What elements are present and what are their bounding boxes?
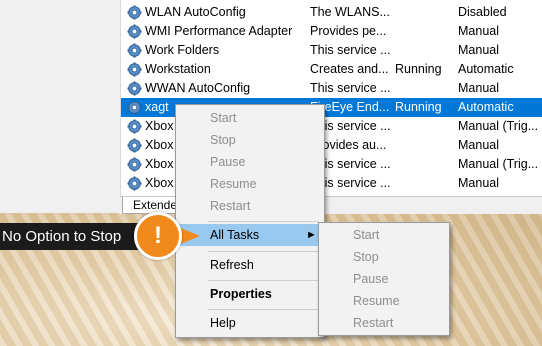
menu-separator <box>208 280 318 281</box>
menu-separator <box>208 221 318 222</box>
service-name: WLAN AutoConfig <box>145 5 246 19</box>
service-startup-type: Manual (Trig... <box>458 119 539 133</box>
service-name: WMI Performance Adapter <box>145 24 293 38</box>
menu-item-resume[interactable]: Resume <box>176 173 324 195</box>
service-row[interactable]: Workstation Creates and... Running Automati… <box>121 60 542 79</box>
service-gear-icon <box>127 119 142 134</box>
menu-separator <box>208 251 318 252</box>
submenu-arrow-icon: ► <box>306 229 317 241</box>
service-startup-type: Manual <box>458 138 499 152</box>
service-gear-icon <box>127 24 142 39</box>
service-description: This service ... <box>310 43 390 57</box>
service-startup-type: Disabled <box>458 5 507 19</box>
service-description: This service ... <box>310 81 390 95</box>
service-status: Running <box>395 100 442 114</box>
service-row[interactable]: WLAN AutoConfig The WLANS... Disabled <box>121 3 542 22</box>
left-pane <box>0 0 120 213</box>
service-row[interactable]: Work Folders This service ... Manual <box>121 41 542 60</box>
service-description: Creates and... <box>310 62 389 76</box>
menu-item-refresh[interactable]: Refresh <box>176 254 324 276</box>
all-tasks-label: All Tasks <box>210 228 260 242</box>
service-gear-icon <box>127 43 142 58</box>
service-startup-type: Manual <box>458 176 499 190</box>
service-startup-type: Manual <box>458 81 499 95</box>
callout-label: No Option to Stop <box>0 223 144 250</box>
context-menu: Start Stop Pause Resume Restart All Task… <box>175 104 325 338</box>
service-name: WWAN AutoConfig <box>145 81 251 95</box>
service-row[interactable]: WWAN AutoConfig This service ... Manual <box>121 79 542 98</box>
submenu-item-start[interactable]: Start <box>319 224 449 246</box>
menu-separator <box>208 309 318 310</box>
service-status: Running <box>395 62 442 76</box>
badge-text: ! <box>154 222 162 249</box>
service-startup-type: Manual (Trig... <box>458 157 539 171</box>
menu-item-stop[interactable]: Stop <box>176 129 324 151</box>
menu-item-pause[interactable]: Pause <box>176 151 324 173</box>
service-gear-icon <box>127 138 142 153</box>
service-gear-icon <box>127 62 142 77</box>
service-name: Workstation <box>145 62 211 76</box>
service-gear-icon <box>127 157 142 172</box>
service-startup-type: Automatic <box>458 62 514 76</box>
submenu-item-resume[interactable]: Resume <box>319 290 449 312</box>
service-startup-type: Automatic <box>458 100 514 114</box>
service-gear-icon <box>127 100 142 115</box>
service-gear-icon <box>127 81 142 96</box>
service-row[interactable]: WMI Performance Adapter Provides pe... Man… <box>121 22 542 41</box>
service-startup-type: Manual <box>458 43 499 57</box>
all-tasks-submenu: Start Stop Pause Resume Restart <box>318 222 450 336</box>
service-startup-type: Manual <box>458 24 499 38</box>
service-gear-icon <box>127 5 142 20</box>
service-description: The WLANS... <box>310 5 390 19</box>
service-description: Provides pe... <box>310 24 387 38</box>
menu-item-help[interactable]: Help <box>176 312 324 334</box>
menu-item-restart[interactable]: Restart <box>176 195 324 217</box>
menu-item-start[interactable]: Start <box>176 107 324 129</box>
submenu-item-restart[interactable]: Restart <box>319 312 449 334</box>
submenu-item-stop[interactable]: Stop <box>319 246 449 268</box>
submenu-item-pause[interactable]: Pause <box>319 268 449 290</box>
service-gear-icon <box>127 176 142 191</box>
service-name: Work Folders <box>145 43 220 57</box>
warning-badge-icon: ! <box>134 212 182 260</box>
menu-item-properties[interactable]: Properties <box>176 283 324 305</box>
